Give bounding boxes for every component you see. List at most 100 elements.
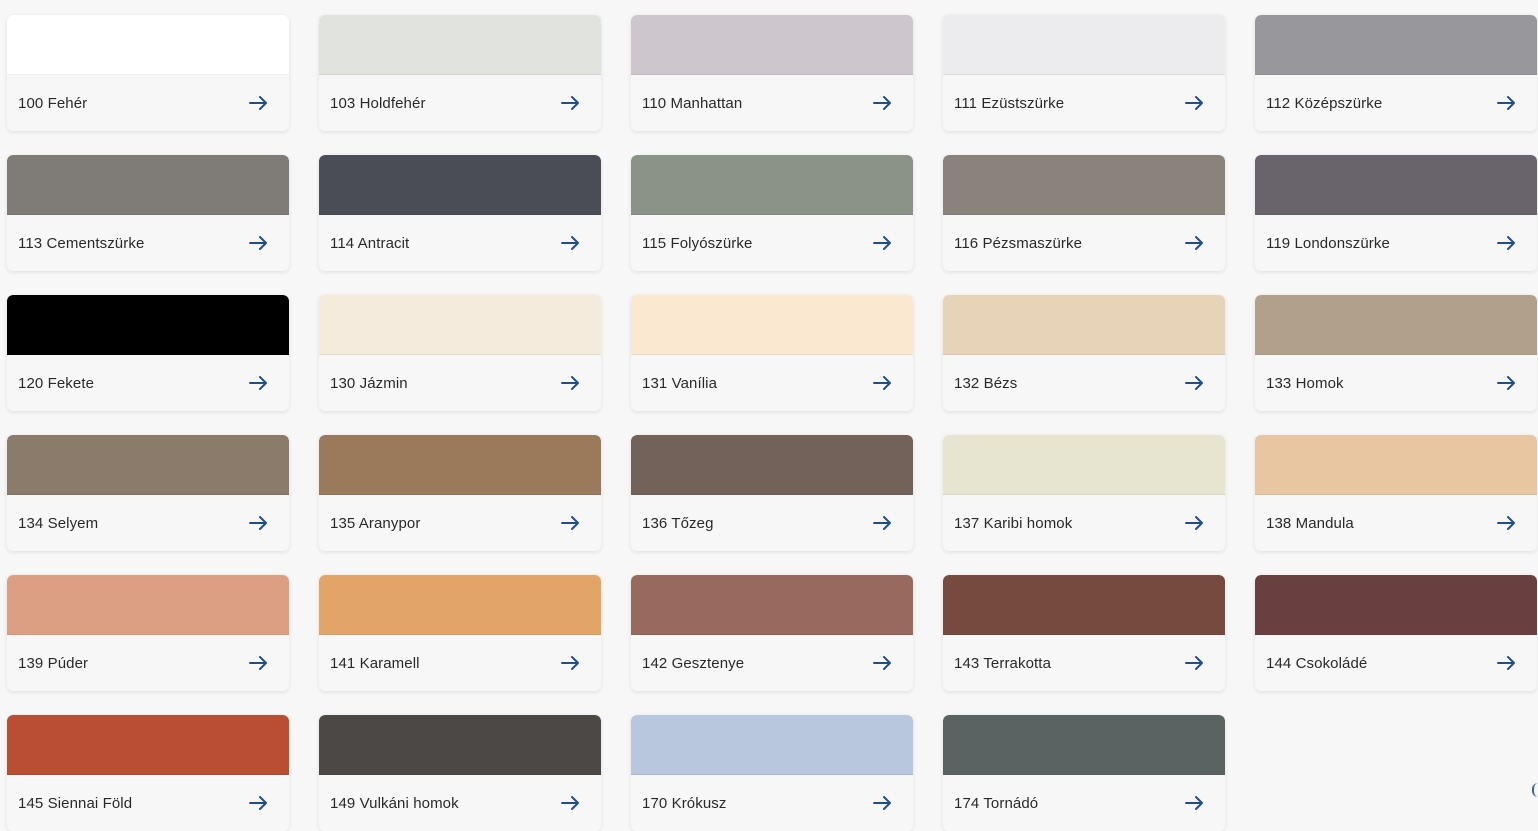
color-card-footer: 100 Fehér [7,75,289,131]
color-card-footer: 120 Fekete [7,355,289,411]
color-card[interactable]: 116 Pézsmaszürke [943,155,1225,271]
arrow-right-icon[interactable] [873,375,893,391]
arrow-right-icon[interactable] [873,235,893,251]
color-swatch [631,15,913,75]
arrow-right-icon[interactable] [561,375,581,391]
color-card[interactable]: 120 Fekete [7,295,289,411]
arrow-right-icon[interactable] [1185,655,1205,671]
color-card[interactable]: 100 Fehér [7,15,289,131]
arrow-right-icon[interactable] [561,795,581,811]
color-name-label: 135 Aranypor [330,514,421,532]
arrow-right-icon[interactable] [1497,515,1517,531]
color-swatch [631,435,913,495]
scroll-edge-indicator[interactable] [1532,783,1538,797]
arrow-right-icon[interactable] [561,515,581,531]
color-swatch [319,435,601,495]
color-swatch [943,435,1225,495]
color-swatch [7,715,289,775]
color-card[interactable]: 143 Terrakotta [943,575,1225,691]
arrow-right-icon[interactable] [561,235,581,251]
color-swatch [943,575,1225,635]
color-name-label: 120 Fekete [18,374,95,392]
color-card[interactable]: 114 Antracit [319,155,601,271]
arrow-right-icon[interactable] [1185,375,1205,391]
color-name-label: 131 Vanília [642,374,718,392]
color-card[interactable]: 134 Selyem [7,435,289,551]
color-swatch [943,715,1225,775]
color-card[interactable]: 149 Vulkáni homok [319,715,601,831]
color-card[interactable]: 112 Középszürke [1255,15,1537,131]
arrow-right-icon[interactable] [249,375,269,391]
color-card[interactable]: 136 Tőzeg [631,435,913,551]
color-card-footer: 136 Tőzeg [631,495,913,551]
arrow-right-icon[interactable] [249,235,269,251]
color-card-footer: 112 Középszürke [1255,75,1537,131]
color-name-label: 132 Bézs [954,374,1018,392]
color-swatch [943,295,1225,355]
color-name-label: 141 Karamell [330,654,420,672]
color-card[interactable]: 130 Jázmin [319,295,601,411]
color-card[interactable]: 174 Tornádó [943,715,1225,831]
color-name-label: 112 Középszürke [1266,94,1383,112]
color-name-label: 111 Ezüstszürke [954,94,1065,112]
color-card[interactable]: 145 Siennai Föld [7,715,289,831]
color-swatch [319,295,601,355]
color-card-footer: 116 Pézsmaszürke [943,215,1225,271]
color-card[interactable]: 135 Aranypor [319,435,601,551]
arrow-right-icon[interactable] [873,795,893,811]
arrow-right-icon[interactable] [561,655,581,671]
color-card-footer: 110 Manhattan [631,75,913,131]
arrow-right-icon[interactable] [1497,375,1517,391]
color-swatch [943,155,1225,215]
arrow-right-icon[interactable] [1185,235,1205,251]
color-card[interactable]: 132 Bézs [943,295,1225,411]
color-swatch [319,155,601,215]
color-name-label: 143 Terrakotta [954,654,1052,672]
color-swatch [631,155,913,215]
arrow-right-icon[interactable] [249,95,269,111]
color-card[interactable]: 141 Karamell [319,575,601,691]
color-card[interactable]: 111 Ezüstszürke [943,15,1225,131]
color-card[interactable]: 170 Krókusz [631,715,913,831]
color-name-label: 119 Londonszürke [1266,234,1390,252]
color-card[interactable]: 144 Csokoládé [1255,575,1537,691]
color-swatch [7,155,289,215]
color-card-footer: 149 Vulkáni homok [319,775,601,831]
color-card[interactable]: 131 Vanília [631,295,913,411]
color-card[interactable]: 113 Cementszürke [7,155,289,271]
arrow-right-icon[interactable] [1497,655,1517,671]
color-swatch [631,715,913,775]
color-card[interactable]: 142 Gesztenye [631,575,913,691]
color-card-footer: 139 Púder [7,635,289,691]
color-name-label: 145 Siennai Föld [18,794,133,812]
arrow-right-icon[interactable] [873,95,893,111]
arrow-right-icon[interactable] [873,515,893,531]
color-name-label: 139 Púder [18,654,89,672]
color-card[interactable]: 133 Homok [1255,295,1537,411]
color-card-footer: 142 Gesztenye [631,635,913,691]
arrow-right-icon[interactable] [1497,235,1517,251]
color-name-label: 144 Csokoládé [1266,654,1368,672]
color-card-footer: 131 Vanília [631,355,913,411]
color-card-footer: 132 Bézs [943,355,1225,411]
arrow-right-icon[interactable] [1497,95,1517,111]
arrow-right-icon[interactable] [873,655,893,671]
color-card[interactable]: 119 Londonszürke [1255,155,1537,271]
color-name-label: 103 Holdfehér [330,94,426,112]
color-card[interactable]: 110 Manhattan [631,15,913,131]
color-card[interactable]: 138 Mandula [1255,435,1537,551]
color-card[interactable]: 115 Folyószürke [631,155,913,271]
arrow-right-icon[interactable] [561,95,581,111]
arrow-right-icon[interactable] [249,655,269,671]
color-card[interactable]: 139 Púder [7,575,289,691]
arrow-right-icon[interactable] [1185,95,1205,111]
color-card[interactable]: 103 Holdfehér [319,15,601,131]
arrow-right-icon[interactable] [249,795,269,811]
arrow-right-icon[interactable] [249,515,269,531]
color-name-label: 133 Homok [1266,374,1344,392]
color-card-footer: 135 Aranypor [319,495,601,551]
arrow-right-icon[interactable] [1185,795,1205,811]
arrow-right-icon[interactable] [1185,515,1205,531]
color-card[interactable]: 137 Karibi homok [943,435,1225,551]
color-swatch [7,15,289,75]
